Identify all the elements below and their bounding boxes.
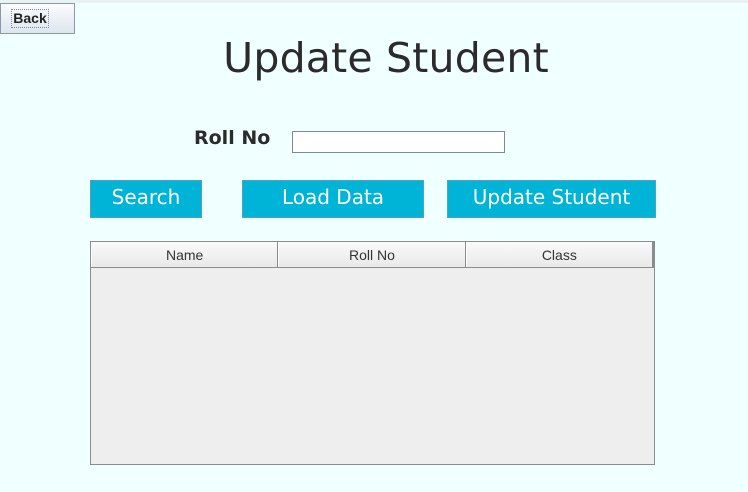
column-header-roll-no[interactable]: Roll No	[278, 242, 466, 267]
back-button[interactable]: Back	[0, 3, 75, 34]
update-student-button[interactable]: Update Student	[447, 180, 656, 218]
back-button-label: Back	[11, 9, 49, 28]
roll-no-input[interactable]	[292, 131, 505, 153]
roll-no-label: Roll No	[194, 127, 271, 149]
students-table[interactable]: Name Roll No Class	[90, 241, 655, 465]
page-title: Update Student	[223, 34, 549, 82]
window-top-strip	[0, 0, 748, 3]
search-button[interactable]: Search	[90, 180, 202, 218]
table-header: Name Roll No Class	[91, 242, 654, 268]
load-data-button[interactable]: Load Data	[242, 180, 424, 218]
column-header-name[interactable]: Name	[91, 242, 279, 267]
column-header-class[interactable]: Class	[465, 242, 654, 267]
